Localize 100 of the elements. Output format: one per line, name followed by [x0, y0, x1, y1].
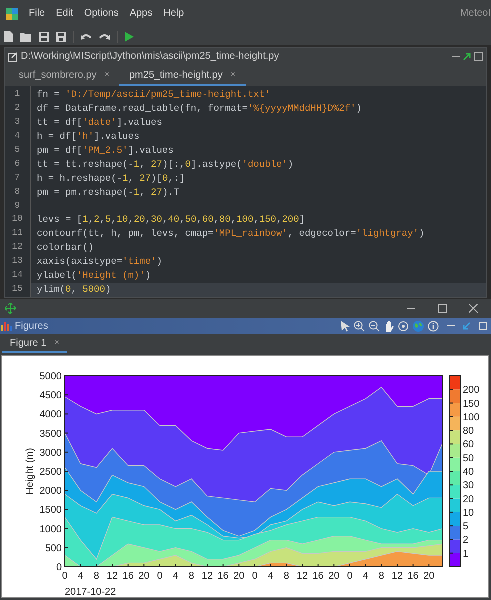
tick-label: 4 — [78, 571, 84, 582]
tick-label: 0 — [62, 571, 68, 582]
tick-label: 20 — [234, 571, 245, 582]
tab-close-button[interactable]: × — [104, 69, 110, 82]
tab-close-button[interactable]: × — [54, 337, 60, 349]
redo-icon[interactable] — [99, 32, 110, 40]
code-line: ylabel('Height (m)') — [37, 270, 152, 281]
bar-chart-icon — [1, 321, 12, 332]
panel-title: Figures — [15, 320, 48, 334]
rotate-icon[interactable] — [398, 320, 409, 332]
menu-item[interactable]: File — [29, 6, 46, 22]
run-icon[interactable] — [125, 32, 134, 42]
tick-label: 4 — [268, 571, 274, 582]
pointer-icon[interactable] — [341, 320, 350, 332]
code-line: df = DataFrame.read_table(fn, format='%{yyyyMMddHH}D%2f') — [37, 103, 362, 114]
menu-item[interactable]: Options — [84, 6, 119, 22]
save-icon[interactable] — [39, 32, 49, 42]
tick-label: 2500 — [40, 467, 62, 478]
save-as-icon[interactable] — [56, 32, 66, 42]
colorbar-label: 150 — [463, 398, 480, 410]
file-tab[interactable]: pm25_time-height.py × — [119, 66, 246, 86]
colorbar-label: 40 — [463, 467, 474, 478]
date-label: 2017-10-22 — [65, 587, 116, 597]
line-number: 5 — [14, 144, 22, 157]
info-icon[interactable] — [428, 320, 439, 332]
move-icon[interactable] — [5, 303, 16, 314]
tick-label: 12 — [106, 571, 118, 582]
colorbar-label: 30 — [463, 480, 474, 492]
zoom-out-icon[interactable] — [369, 320, 380, 332]
tick-label: 500 — [45, 543, 62, 554]
edit-icon — [8, 52, 18, 62]
tick-label: 5000 — [40, 372, 62, 382]
tick-label: 3000 — [40, 448, 62, 459]
tick-label: 1000 — [40, 524, 62, 536]
maximize-icon[interactable] — [474, 52, 483, 62]
code-line: h = df['h'].values — [37, 131, 140, 142]
tick-label: 12 — [202, 571, 214, 582]
tab-close-button[interactable]: × — [230, 69, 236, 82]
tick-label: 20 — [424, 571, 435, 582]
tick-label: 0 — [252, 571, 258, 582]
colorbar-label: 80 — [463, 426, 474, 438]
tick-label: 4500 — [40, 390, 62, 402]
colorbar-label: 20 — [463, 494, 474, 506]
tick-label: 20 — [138, 571, 150, 582]
menu-item[interactable]: Help — [164, 6, 184, 22]
colorbar-label: 2 — [463, 535, 469, 546]
tick-label: 12 — [296, 571, 308, 582]
close-icon[interactable] — [469, 304, 478, 314]
colorbar-label: 10 — [463, 508, 474, 519]
tick-label: 8 — [284, 571, 290, 582]
line-number: 6 — [14, 158, 22, 171]
tick-label: 0 — [56, 562, 62, 574]
line-number: 7 — [14, 172, 22, 185]
line-number: 2 — [14, 102, 22, 116]
menu-item[interactable]: Apps — [130, 6, 153, 22]
line-number: 3 — [14, 116, 22, 130]
file-path: D:\Working\MIScript\Jython\mis\ascii\pm25_time-height.py — [21, 50, 280, 64]
maximize-icon[interactable] — [438, 304, 447, 314]
tick-label: 2000 — [40, 486, 62, 498]
tick-label: 16 — [408, 571, 419, 582]
line-number: 11 — [11, 227, 24, 240]
tick-label: 4000 — [40, 410, 62, 421]
line-number: 13 — [11, 255, 24, 268]
line-number: 15 — [11, 282, 24, 296]
tick-label: 8 — [378, 571, 384, 582]
tick-label: 16 — [122, 571, 134, 582]
colorbar-label: 50 — [463, 453, 474, 464]
line-number: 4 — [14, 130, 22, 144]
folder-icon[interactable] — [20, 32, 32, 42]
file-tab[interactable]: surf_sombrero.py × — [9, 66, 120, 86]
code-line: tt = tt.reshape(-1, 27)[:,0].astype('double') — [37, 158, 294, 170]
tick-label: 0 — [347, 571, 353, 582]
code-line: fn = 'D:/Temp/ascii/pm25_time-height.txt' — [37, 89, 271, 100]
tick-label: 16 — [312, 571, 324, 582]
code-line: tt = df['date'].values — [37, 117, 162, 128]
app-title: MeteoI — [460, 7, 491, 22]
tick-label: 4 — [173, 571, 179, 582]
hand-icon[interactable] — [384, 320, 394, 332]
axis-label: Height (m) — [25, 448, 36, 495]
line-number: 10 — [11, 213, 24, 226]
line-number: 14 — [11, 268, 24, 282]
line-number: 8 — [14, 186, 22, 199]
code-line: pm = pm.reshape(-1, 27).T — [37, 186, 180, 198]
colorbar-label: 60 — [463, 440, 474, 451]
zoom-in-icon[interactable] — [354, 320, 365, 332]
tick-label: 8 — [94, 571, 100, 582]
new-file-icon[interactable] — [4, 31, 13, 42]
tick-label: 0 — [157, 571, 163, 582]
line-number: 1 — [14, 88, 22, 102]
tick-label: 16 — [218, 571, 229, 582]
tick-label: 20 — [328, 571, 340, 582]
code-line: levs = [1,2,5,10,20,30,40,50,60,80,100,150,200] — [37, 214, 306, 226]
undo-icon[interactable] — [81, 32, 92, 40]
line-number: 9 — [14, 200, 22, 212]
tick-label: 3500 — [40, 428, 62, 440]
code-line: h = h.reshape(-1, 27)[0,:] — [37, 172, 186, 184]
code-line: colorbar() — [37, 242, 94, 254]
tick-label: 4 — [363, 571, 369, 582]
arrow-icon[interactable] — [463, 52, 471, 61]
menu-item[interactable]: Edit — [56, 6, 74, 22]
